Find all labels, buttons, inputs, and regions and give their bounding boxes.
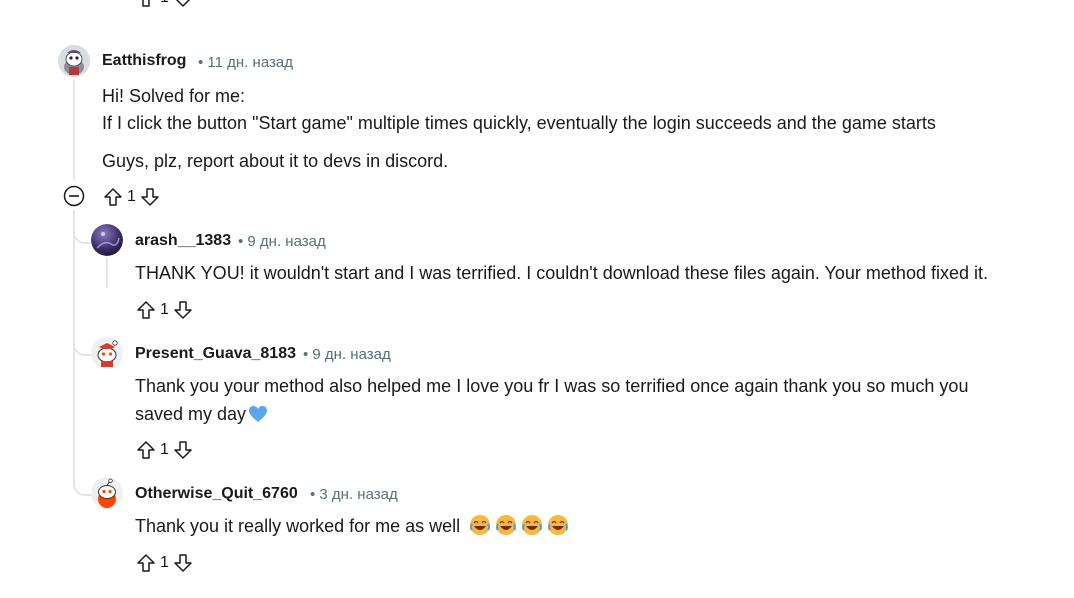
user-avatar-icon bbox=[91, 224, 123, 256]
comment-author[interactable]: Otherwise_Quit_6760 bbox=[135, 485, 298, 503]
comment-author[interactable]: Present_Guava_8183 bbox=[135, 345, 296, 363]
snoo-avatar-icon bbox=[91, 337, 123, 369]
downvote-icon[interactable] bbox=[172, 438, 194, 462]
comment-text-line: Thank you your method also helped me I l… bbox=[135, 376, 969, 396]
comment-timestamp[interactable]: • 9 дн. назад bbox=[303, 346, 391, 363]
vote-bar: 1 bbox=[102, 185, 161, 209]
upvote-icon[interactable] bbox=[102, 185, 124, 209]
comment-text-line: If I click the button "Start game" multi… bbox=[102, 113, 936, 133]
collapse-icon[interactable] bbox=[62, 184, 86, 208]
thread-branch-1 bbox=[73, 228, 93, 244]
comment-author[interactable]: Eatthisfrog bbox=[102, 52, 186, 70]
upvote-icon[interactable] bbox=[135, 551, 157, 575]
comment-timestamp[interactable]: • 11 дн. назад bbox=[198, 54, 293, 71]
downvote-icon[interactable] bbox=[172, 0, 194, 10]
downvote-icon[interactable] bbox=[172, 551, 194, 575]
comment-text: Thank you it really worked for me as wel… bbox=[135, 516, 461, 536]
snoo-avatar-icon bbox=[91, 477, 123, 509]
laughing-emoji bbox=[548, 515, 569, 535]
comment-timestamp[interactable]: • 9 дн. назад bbox=[238, 233, 326, 250]
comment-timestamp[interactable]: • 3 дн. назад bbox=[310, 486, 398, 503]
avatar[interactable] bbox=[91, 477, 123, 509]
vote-count: 1 bbox=[160, 441, 169, 458]
vote-bar-partial: 1 bbox=[135, 0, 194, 10]
laughing-emoji bbox=[496, 515, 517, 535]
comment-author[interactable]: arash__1383 bbox=[135, 232, 231, 250]
avatar[interactable] bbox=[58, 45, 90, 77]
thread-line-reply-1 bbox=[106, 258, 108, 288]
laughing-emoji bbox=[470, 515, 491, 535]
comment-text-line: Thank you it really worked for me as wel… bbox=[135, 512, 573, 544]
upvote-icon[interactable] bbox=[135, 0, 157, 10]
user-avatar-icon bbox=[58, 45, 90, 77]
thread-line-main bbox=[73, 80, 75, 180]
avatar[interactable] bbox=[91, 337, 123, 369]
vote-count: 1 bbox=[160, 0, 169, 7]
comment-text-line: Hi! Solved for me: bbox=[102, 86, 246, 106]
comment-text-line: Guys, plz, report about it to devs in di… bbox=[102, 151, 449, 171]
vote-count: 1 bbox=[127, 188, 136, 205]
vote-count: 1 bbox=[160, 301, 169, 318]
laughing-emoji bbox=[522, 515, 543, 535]
downvote-icon[interactable] bbox=[172, 298, 194, 322]
thread-branch-2 bbox=[73, 340, 93, 356]
upvote-icon[interactable] bbox=[135, 438, 157, 462]
vote-bar: 1 bbox=[135, 298, 194, 322]
comment-text-line-last: saved my day bbox=[135, 400, 268, 431]
vote-bar: 1 bbox=[135, 438, 194, 462]
avatar[interactable] bbox=[91, 224, 123, 256]
vote-count: 1 bbox=[160, 554, 169, 571]
vote-bar: 1 bbox=[135, 551, 194, 575]
emoji-row bbox=[469, 514, 573, 544]
upvote-icon[interactable] bbox=[135, 298, 157, 322]
comment-text-line: THANK YOU! it wouldn't start and I was t… bbox=[135, 263, 988, 283]
downvote-icon[interactable] bbox=[139, 185, 161, 209]
comment-text: saved my day bbox=[135, 404, 247, 424]
blue-heart-emoji bbox=[248, 403, 268, 431]
thread-branch-3 bbox=[73, 480, 93, 496]
